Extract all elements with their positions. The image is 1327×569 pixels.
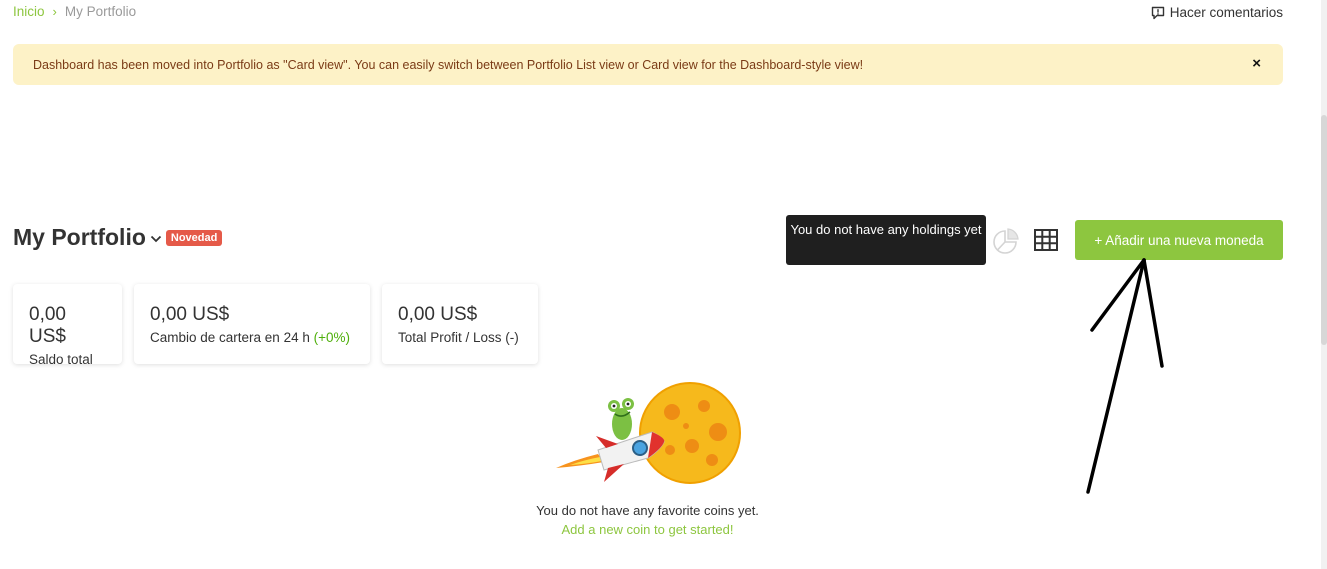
breadcrumb: Inicio › My Portfolio [13,4,136,19]
portfolio-change-label: Cambio de cartera en 24 h [150,330,314,345]
annotation-arrow [1086,258,1164,494]
page-title: My Portfolio [13,224,146,250]
close-icon[interactable]: × [1252,55,1261,72]
portfolio-change-value: 0,00 US$ [150,304,230,325]
portfolio-change-label-row: Cambio de cartera en 24 h (+0%) [150,330,354,345]
profit-loss-value: 0,00 US$ [398,304,478,325]
holdings-tooltip: You do not have any holdings yet [786,215,986,265]
rocket-gecko-illustration [556,382,741,484]
portfolio-change-card: 0,00 US$ Cambio de cartera en 24 h (+0%) [134,284,370,364]
scrollbar-thumb[interactable] [1321,115,1327,345]
total-balance-value: 0,00 US$ [29,304,66,347]
pie-chart-icon[interactable] [991,228,1019,256]
grid-view-icon[interactable] [1034,229,1058,251]
add-coin-link[interactable]: Add a new coin to get started! [0,522,1295,537]
empty-state-message: You do not have any favorite coins yet. [536,503,759,518]
breadcrumb-separator: › [52,4,57,19]
info-banner: Dashboard has been moved into Portfolio … [13,44,1283,85]
feedback-icon [1151,6,1164,19]
page-scrollbar[interactable] [1321,0,1327,569]
feedback-button[interactable]: Hacer comentarios [1151,5,1283,20]
portfolio-header: My Portfolio Novedad [13,224,223,251]
total-balance-label: Saldo total [29,352,93,367]
profit-loss-card: 0,00 US$ Total Profit / Loss (-) [382,284,538,364]
total-balance-card: 0,00 US$ Saldo total [13,284,122,367]
chevron-down-icon[interactable] [150,235,162,243]
new-badge: Novedad [165,229,223,246]
feedback-label: Hacer comentarios [1169,5,1283,20]
profit-loss-label: Total Profit / Loss (-) [398,330,519,345]
breadcrumb-home-link[interactable]: Inicio [13,4,45,19]
banner-message: Dashboard has been moved into Portfolio … [33,57,864,72]
breadcrumb-current: My Portfolio [64,4,137,19]
portfolio-change-percent: (+0%) [313,330,350,345]
